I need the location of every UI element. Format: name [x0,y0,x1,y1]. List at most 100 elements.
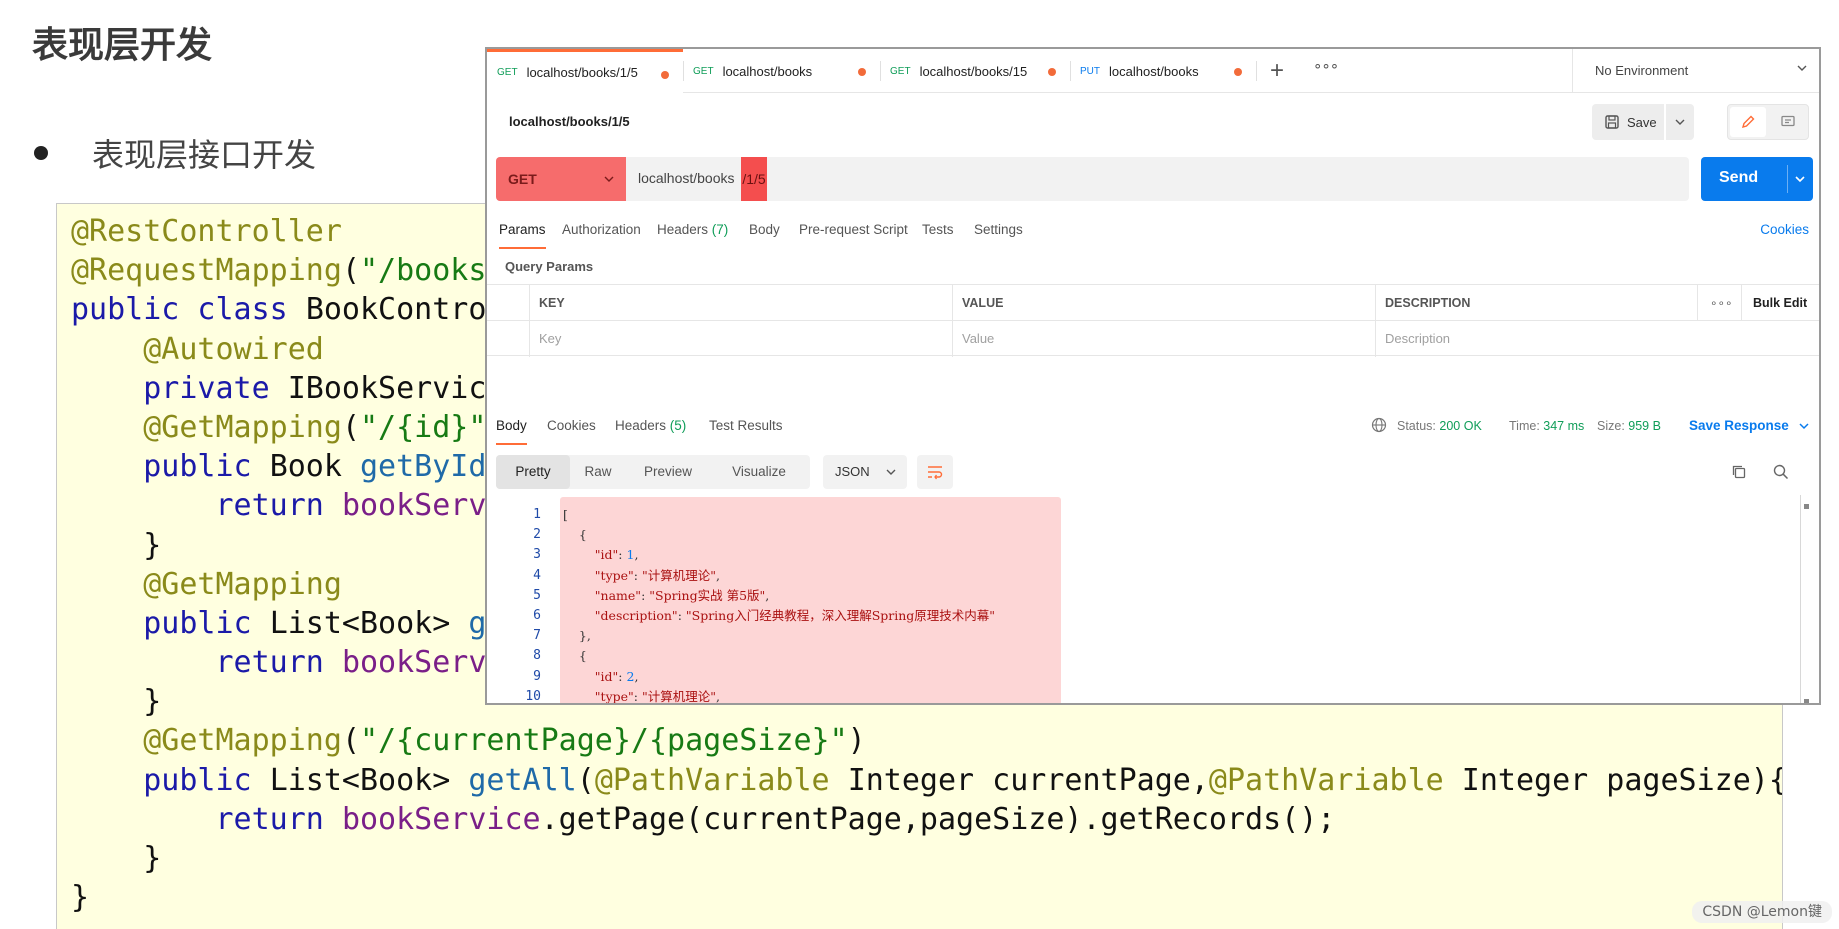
save-button[interactable]: Save [1592,104,1664,140]
format-selector[interactable]: JSON [823,455,907,489]
scroll-up-marker[interactable] [1804,504,1809,509]
more-tabs-icon[interactable]: ∘∘∘ [1313,57,1339,75]
scroll-down-marker[interactable] [1804,699,1809,703]
vertical-scrollbar[interactable] [1800,495,1801,703]
tab-authorization[interactable]: Authorization [562,217,641,249]
method-selector[interactable]: GET [496,157,626,201]
unsaved-dot-icon [1048,68,1056,76]
code-token: ( [576,762,595,798]
code-token: } [71,841,162,876]
slide-title: 表现层开发 [32,25,213,66]
line-number: 1 [533,507,541,522]
code-line: return bookService.getPage(currentPage,p… [71,800,1782,839]
column-divider [952,285,953,357]
json-line: "type": "计算机理论", [563,566,995,586]
json-token: "name" [594,587,642,603]
code-token: ( [341,253,360,289]
tab-response-body[interactable]: Body [496,413,527,445]
tab-settings[interactable]: Settings [974,217,1023,249]
request-tab-4[interactable]: PUT localhost/books [1070,49,1256,93]
globe-icon[interactable] [1371,417,1387,433]
tab-headers[interactable]: Headers (7) [657,217,728,249]
tab-pre-request-script[interactable]: Pre-request Script [799,217,908,249]
bulk-edit-button[interactable]: Bulk Edit [1753,285,1807,321]
code-token: } [71,880,90,916]
code-token: @RestController [71,214,342,249]
chevron-down-icon[interactable] [1793,172,1807,186]
chevron-down-icon[interactable] [1798,420,1810,432]
request-tab-3[interactable]: GET localhost/books/15 [880,49,1070,93]
line-number: 5 [533,587,541,603]
json-token: "id" [594,668,619,684]
view-pretty[interactable]: Pretty [496,455,570,489]
json-token: , [634,668,639,684]
response-time: Time: 347 ms [1509,413,1584,439]
send-button[interactable]: Send [1701,157,1813,201]
code-token: } [71,684,162,720]
json-token: , [634,547,639,563]
json-token: , [715,688,720,704]
request-tab-1[interactable]: GET localhost/books/1/5 [487,49,683,93]
request-config-tabs: Params Authorization Headers (7) Body Pr… [487,217,1819,249]
bullet-dot [34,146,48,160]
comments-button[interactable] [1770,107,1806,137]
json-line: "type": "计算机理论", [563,687,995,704]
edit-pencil-button[interactable] [1730,107,1766,137]
response-status: Status: 200 OK [1397,413,1482,439]
pencil-icon [1741,115,1755,129]
description-input[interactable]: Description [1385,321,1685,357]
copy-icon[interactable] [1730,463,1748,481]
save-response-button[interactable]: Save Response [1689,413,1789,439]
tab-url: localhost/books/1/5 [526,65,638,80]
unsaved-dot-icon [1234,68,1242,76]
value-input[interactable]: Value [962,321,1362,357]
query-params-label: Query Params [505,259,594,274]
code-token: "/{currentPage}/{pageSize}" [360,723,848,759]
tab-params[interactable]: Params [499,217,546,249]
more-options-icon[interactable]: ∘∘∘ [1710,285,1733,321]
code-token: @Autowired [71,331,324,367]
key-input[interactable]: Key [539,321,939,357]
environment-selector[interactable]: No Environment [1572,49,1819,93]
wrap-lines-button[interactable] [917,455,953,489]
code-token: ( [341,409,360,445]
code-token: private [71,370,288,406]
json-token: , [715,567,720,583]
unsaved-dot-icon [661,71,669,79]
line-number: 6 [533,608,541,624]
response-headers-count: (5) [669,418,687,433]
code-line: public List<Book> getAll(@PathVariable I… [71,761,1782,800]
tab-body[interactable]: Body [749,217,780,249]
code-line: } [71,839,1782,878]
new-tab-plus-icon[interactable]: + [1270,57,1284,85]
column-divider [1375,285,1376,357]
bullet-item: 表现层接口开发 [34,130,316,176]
code-line: } [71,878,1782,917]
save-label: Save [1627,114,1657,130]
tab-tests[interactable]: Tests [922,217,954,249]
code-token: return [71,488,342,524]
tab-response-headers[interactable]: Headers (5) [615,413,686,445]
url-highlighted-path: /1/5 [741,157,767,201]
tab-response-cookies[interactable]: Cookies [547,413,596,445]
tab-url: localhost/books [1109,63,1199,79]
request-tab-2[interactable]: GET localhost/books [683,49,880,93]
tab-test-results[interactable]: Test Results [709,413,783,445]
url-input[interactable]: localhost/books /1/5 [626,157,1689,201]
line-number-gutter: 1 2 3 4 5 6 7 8 9 10 [487,505,541,703]
cookies-link[interactable]: Cookies [1760,217,1809,243]
view-visualize[interactable]: Visualize [710,455,808,489]
json-line: "description": "Spring入门经典教程，深入理解Spring原… [563,606,995,626]
view-raw[interactable]: Raw [570,455,626,489]
save-options-button[interactable] [1666,104,1694,140]
json-line: "id": 2, [563,667,995,687]
search-icon[interactable] [1772,463,1790,481]
view-preview[interactable]: Preview [626,455,710,489]
json-token: "计算机理论" [641,567,716,583]
tab-url: localhost/books/15 [919,63,1028,79]
chevron-down-icon [1675,119,1685,125]
code-token: public [71,762,270,798]
response-body-viewer: 1 2 3 4 5 6 7 8 9 10 [ { "id": 1, "type": "计算机理论"… [487,495,1819,704]
